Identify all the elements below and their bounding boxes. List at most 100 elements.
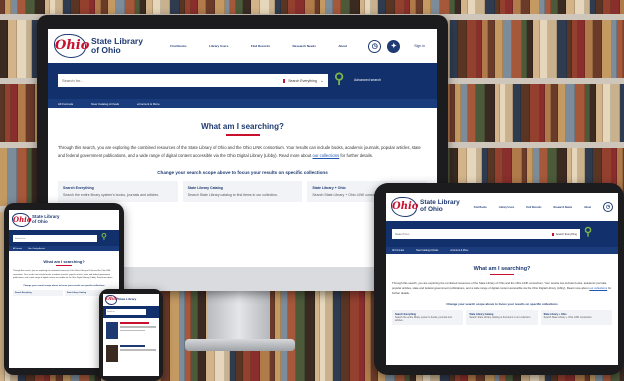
ohio-logo-mark: Ohio (391, 197, 418, 217)
site-logo[interactable]: Ohio State Library of Ohio (12, 213, 60, 227)
book-spine (530, 0, 540, 14)
search-bar: Search for... Search Everything (392, 229, 580, 239)
book-spine (17, 20, 27, 78)
search-bar: Search for... (106, 309, 146, 315)
book-spine (108, 0, 116, 14)
book-spine (450, 20, 458, 78)
nav-item-find-books[interactable]: Find Books (170, 44, 186, 48)
card-title: State Library Catalog (187, 185, 223, 190)
subnav-new-arrivals[interactable]: New Catalog Arrivals (416, 249, 438, 252)
book-spine (215, 0, 225, 14)
book-spine (18, 0, 26, 14)
book-spine (26, 84, 35, 142)
book-cover[interactable] (106, 322, 118, 339)
subnav-new-arrivals[interactable]: New Catalog Arrivals (91, 102, 119, 106)
nav-item-research-needs[interactable]: Research Needs (293, 44, 316, 48)
book-spine (80, 0, 90, 14)
book-spine (566, 84, 575, 142)
card-state-library-ohio[interactable]: State Library + Ohio Search State Librar… (540, 310, 612, 325)
book-spine (558, 84, 566, 142)
nav-item-find-records[interactable]: Find Records (526, 206, 541, 209)
book-spine (611, 0, 620, 14)
book-spine (341, 0, 350, 14)
card-title: Search Everything (15, 291, 32, 294)
search-scope-select[interactable]: Search Everything (283, 78, 317, 83)
search-icon[interactable]: ⚲ (584, 225, 592, 238)
main-nav: Find Books Library Users Find Records Re… (468, 206, 597, 209)
card-state-library-catalog[interactable]: State Library Catalog Search State Libra… (466, 310, 538, 325)
advanced-search-link[interactable]: Advanced search (354, 78, 381, 82)
pin-icon[interactable]: ✦ (387, 39, 401, 53)
search-icon[interactable]: ⚲ (101, 232, 107, 241)
book-spine (26, 0, 35, 14)
book-cover[interactable] (106, 345, 118, 362)
nav-item-about[interactable]: About (584, 206, 591, 209)
card-desc: Search State Library catalog to find ite… (187, 192, 278, 197)
book-spine (578, 20, 585, 78)
subnav-all-formats[interactable]: All Formats (13, 248, 22, 250)
book-spine (485, 84, 495, 142)
search-scope-select[interactable]: Search Everything (551, 232, 577, 236)
site-logo[interactable]: Ohio State Library of Ohio (54, 34, 143, 58)
scope-label: Change your search scope above to focus … (157, 169, 328, 175)
book-spine (585, 20, 593, 78)
book-spine (533, 20, 540, 78)
card-search-everything[interactable]: Search Everything Search the entire libr… (392, 310, 464, 325)
book-spine (548, 20, 557, 78)
brand-line-2: of Ohio (420, 206, 443, 213)
book-spine (198, 0, 206, 14)
phone-device: Ohio State Library Search for... (99, 289, 163, 381)
book-spine (17, 148, 27, 206)
collection-cards: Search Everything Search the entire libr… (392, 310, 612, 325)
book-spine (101, 0, 108, 14)
search-icon[interactable]: ⚲ (334, 70, 344, 87)
card-state-library-catalog[interactable]: State Library Catalog Search State Libra… (182, 180, 303, 202)
book-spine (575, 84, 585, 142)
nav-item-library-users[interactable]: Library Users (209, 44, 228, 48)
search-input[interactable]: Search for... (62, 78, 283, 83)
search-input[interactable]: Search for... (107, 312, 145, 313)
clock-icon[interactable]: ◷ (368, 39, 382, 53)
scope-label: Change your search scope above to focus … (23, 284, 105, 287)
chevron-down-icon[interactable]: ⌄ (320, 78, 324, 84)
result-title-line (120, 345, 146, 347)
sign-in-link[interactable]: Sign in (414, 44, 425, 48)
sub-nav: All Formats New Catalog Arrivals eConten… (48, 99, 437, 108)
result-meta-line (120, 349, 156, 351)
book-spine (521, 0, 530, 14)
search-input[interactable]: Search for... (395, 232, 552, 236)
book-spine (243, 0, 251, 14)
book-spine (503, 20, 512, 78)
collections-link[interactable]: our collections (589, 286, 607, 290)
book-spine (56, 0, 63, 14)
nav-item-about[interactable]: About (338, 44, 347, 48)
book-spine (63, 0, 71, 14)
card-search-everything[interactable]: Search Everything Search the entire libr… (58, 180, 178, 202)
book-spine (153, 0, 161, 14)
clock-icon[interactable]: ◷ (603, 202, 613, 212)
nav-item-library-users[interactable]: Library Users (499, 206, 514, 209)
subnav-all-formats[interactable]: All Formats (58, 102, 73, 106)
page-title: What am I searching? (43, 259, 85, 264)
site-logo[interactable]: Ohio State Library (105, 295, 136, 305)
book-row (0, 0, 624, 14)
ohio-logo-mark: Ohio (12, 213, 32, 227)
nav-item-find-records[interactable]: Find Records (251, 44, 270, 48)
site-logo[interactable]: Ohio State Library of Ohio (391, 197, 460, 217)
search-input[interactable]: Search for... (15, 238, 95, 240)
subnav-new-arrivals[interactable]: New Catalog Arrivals (28, 248, 45, 250)
card-search-everything[interactable]: Search Everything (13, 289, 63, 296)
nav-item-research-needs[interactable]: Research Needs (553, 206, 572, 209)
site-header: Ohio State Library of Ohio Find Books Li… (386, 193, 618, 221)
brand-line-2: of Ohio (32, 219, 48, 224)
book-spine (513, 84, 521, 142)
book-spine (18, 84, 26, 142)
nav-item-find-books[interactable]: Find Books (474, 206, 487, 209)
subnav-econtent[interactable]: eContent & More (137, 102, 160, 106)
book-spine (236, 0, 243, 14)
subnav-econtent[interactable]: eContent & More (450, 249, 468, 252)
collections-link[interactable]: our collections (312, 153, 339, 158)
book-spine (191, 0, 198, 14)
subnav-all-formats[interactable]: All Formats (392, 249, 404, 252)
brand-line-1: State Library (118, 297, 137, 302)
